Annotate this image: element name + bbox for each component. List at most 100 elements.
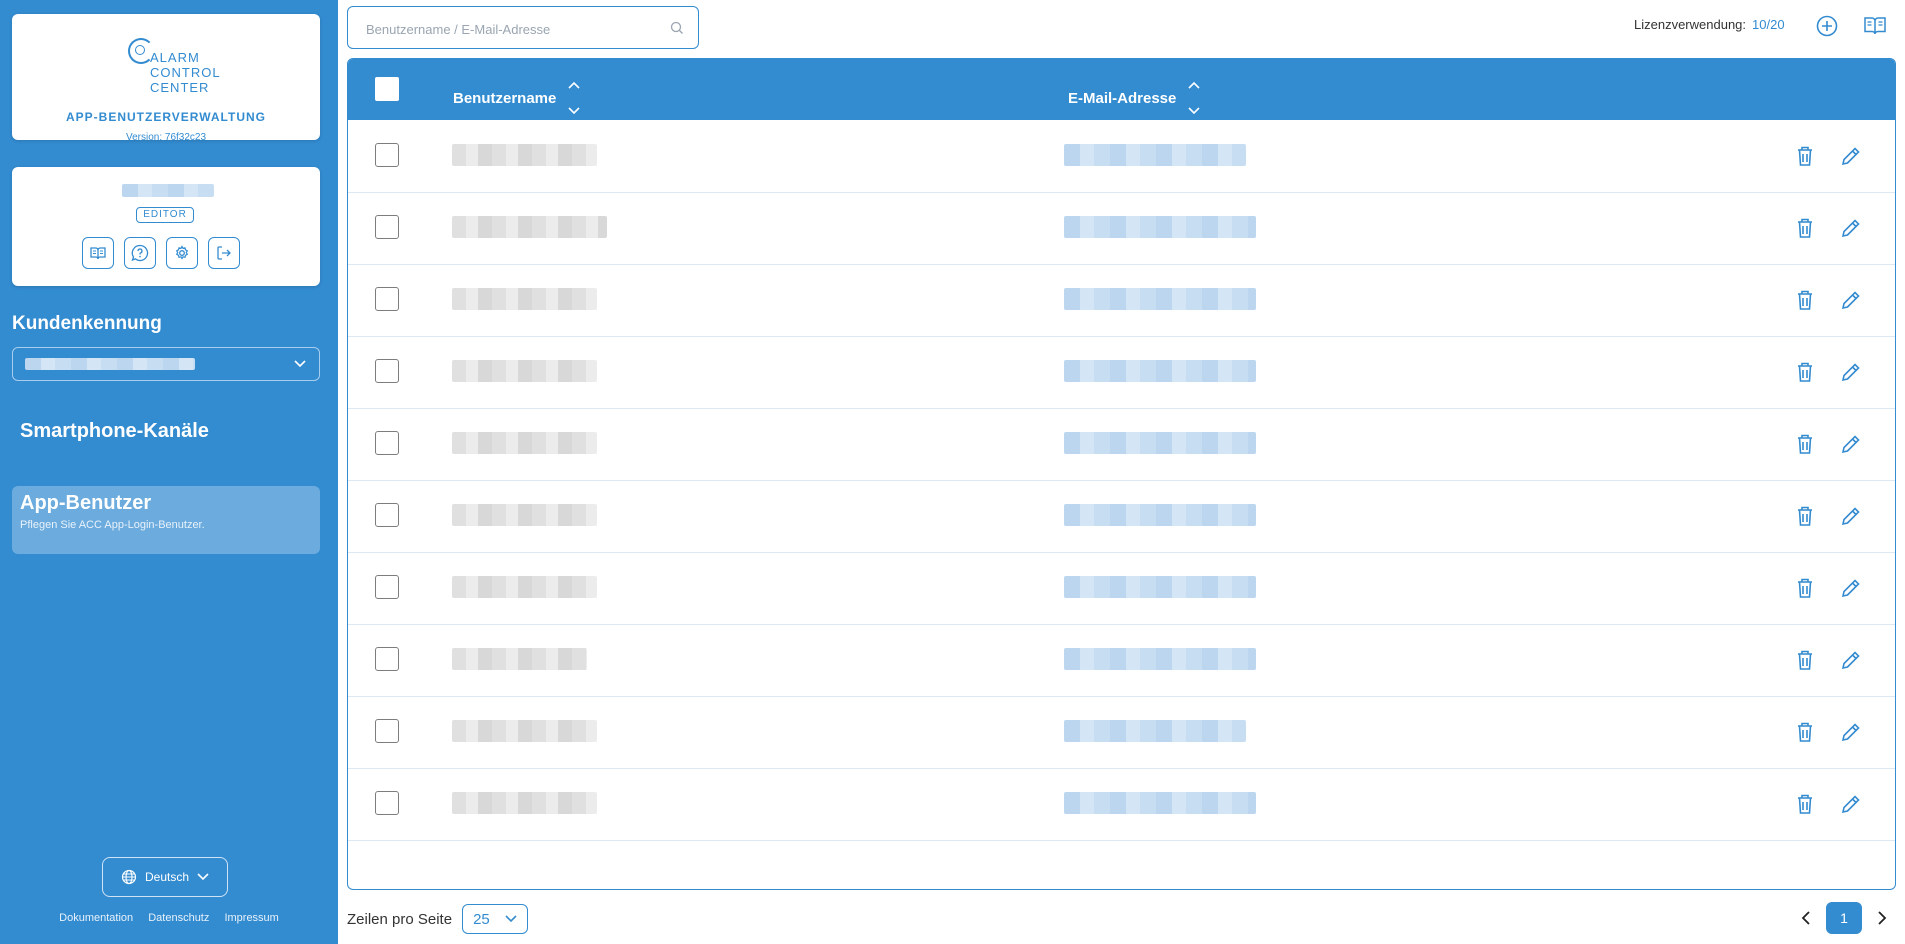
select-all-checkbox[interactable] <box>375 77 399 101</box>
app-info-card: ALARM CONTROL CENTER APP-BENUTZERVERWALT… <box>12 14 320 143</box>
logo-line-1: ALARM <box>150 50 200 65</box>
add-user-icon[interactable] <box>1815 14 1839 38</box>
delete-icon[interactable] <box>1796 217 1814 239</box>
edit-icon[interactable] <box>1840 793 1862 815</box>
row-checkbox[interactable] <box>375 215 399 239</box>
username-redacted <box>452 288 597 310</box>
sort-icon[interactable] <box>566 80 582 116</box>
alarm-control-center-logo: ALARM CONTROL CENTER <box>128 24 221 95</box>
rows-per-page-label: Zeilen pro Seite <box>347 910 453 928</box>
search-icon[interactable] <box>670 21 684 35</box>
logo-text: ALARM CONTROL CENTER <box>150 50 221 95</box>
edit-icon[interactable] <box>1840 721 1862 743</box>
column-email-label: E-Mail-Adresse <box>1068 89 1177 107</box>
page-button-current[interactable]: 1 <box>1826 902 1862 934</box>
nav-item-app-users-title: App-Benutzer <box>20 492 152 514</box>
email-redacted <box>1064 792 1256 814</box>
globe-icon <box>121 869 137 885</box>
column-username-label: Benutzername <box>453 89 557 107</box>
logo-dot-icon <box>135 45 145 55</box>
language-select[interactable]: Deutsch <box>102 857 228 897</box>
table-row <box>348 264 1895 337</box>
table-header: Benutzername E-Mail-Adresse <box>348 59 1895 120</box>
table-row <box>348 120 1895 193</box>
row-checkbox[interactable] <box>375 143 399 167</box>
delete-icon[interactable] <box>1796 721 1814 743</box>
row-checkbox[interactable] <box>375 791 399 815</box>
nav-item-smartphone-channels[interactable]: Smartphone-Kanäle <box>12 418 320 458</box>
delete-icon[interactable] <box>1796 577 1814 599</box>
help-icon <box>131 244 149 262</box>
customer-id-select[interactable] <box>12 347 320 381</box>
delete-icon[interactable] <box>1796 145 1814 167</box>
settings-button[interactable] <box>166 237 198 269</box>
edit-icon[interactable] <box>1840 289 1862 311</box>
edit-icon[interactable] <box>1840 649 1862 671</box>
license-usage-value: 10/20 <box>1752 17 1785 32</box>
delete-icon[interactable] <box>1796 433 1814 455</box>
edit-icon[interactable] <box>1840 145 1862 167</box>
edit-icon[interactable] <box>1840 217 1862 239</box>
documentation-book-icon[interactable] <box>1863 14 1887 38</box>
sort-icon[interactable] <box>1186 80 1202 116</box>
nav-item-app-users-description: Pflegen Sie ACC App-Login-Benutzer. <box>20 519 205 531</box>
email-redacted <box>1064 504 1256 526</box>
delete-icon[interactable] <box>1796 289 1814 311</box>
documentation-link[interactable]: Dokumentation <box>59 912 133 924</box>
column-username[interactable]: Benutzername <box>453 80 582 116</box>
table-row <box>348 552 1895 625</box>
delete-icon[interactable] <box>1796 793 1814 815</box>
customer-id-value-redacted <box>25 358 195 370</box>
nav-item-app-users[interactable]: App-Benutzer Pflegen Sie ACC App-Login-B… <box>12 486 320 554</box>
logo-line-2: CONTROL <box>150 65 221 80</box>
user-actions <box>82 237 240 269</box>
user-card: EDITOR <box>12 167 320 286</box>
edit-icon[interactable] <box>1840 433 1862 455</box>
search-input[interactable] <box>364 17 658 41</box>
users-table: Benutzername E-Mail-Adresse <box>347 58 1896 890</box>
table-row <box>348 408 1895 481</box>
email-redacted <box>1064 432 1256 454</box>
rows-per-page-value: 25 <box>473 910 490 928</box>
chevron-left-icon[interactable] <box>1800 910 1812 926</box>
privacy-link[interactable]: Datenschutz <box>148 912 209 924</box>
table-row <box>348 192 1895 265</box>
license-usage-label: Lizenzverwendung: <box>1634 17 1747 32</box>
username-redacted <box>452 648 587 670</box>
username-redacted <box>452 216 607 238</box>
username-redacted <box>452 360 597 382</box>
help-button[interactable] <box>124 237 156 269</box>
logo-line-3: CENTER <box>150 80 210 95</box>
row-checkbox[interactable] <box>375 503 399 527</box>
rows-per-page: Zeilen pro Seite 25 <box>347 904 529 934</box>
email-redacted <box>1064 360 1256 382</box>
user-name-redacted <box>122 184 214 197</box>
edit-icon[interactable] <box>1840 361 1862 383</box>
username-redacted <box>452 720 597 742</box>
delete-icon[interactable] <box>1796 361 1814 383</box>
rows-per-page-select[interactable]: 25 <box>462 904 529 934</box>
edit-icon[interactable] <box>1840 505 1862 527</box>
imprint-link[interactable]: Impressum <box>224 912 278 924</box>
row-checkbox[interactable] <box>375 575 399 599</box>
username-redacted <box>452 576 597 598</box>
license-usage: Lizenzverwendung: 10/20 <box>1634 17 1785 32</box>
row-checkbox[interactable] <box>375 359 399 383</box>
delete-icon[interactable] <box>1796 649 1814 671</box>
row-checkbox[interactable] <box>375 287 399 311</box>
customer-id-label: Kundenkennung <box>12 313 162 334</box>
column-email[interactable]: E-Mail-Adresse <box>1068 80 1202 116</box>
row-checkbox[interactable] <box>375 431 399 455</box>
row-checkbox[interactable] <box>375 719 399 743</box>
edit-icon[interactable] <box>1840 577 1862 599</box>
username-redacted <box>452 504 597 526</box>
row-checkbox[interactable] <box>375 647 399 671</box>
delete-icon[interactable] <box>1796 505 1814 527</box>
book-icon <box>90 247 106 260</box>
logout-button[interactable] <box>208 237 240 269</box>
email-redacted <box>1064 144 1246 166</box>
app-title: APP-BENUTZERVERWALTUNG <box>65 110 266 124</box>
chevron-right-icon[interactable] <box>1876 910 1888 926</box>
documentation-button[interactable] <box>82 237 114 269</box>
language-label: Deutsch <box>144 870 190 884</box>
